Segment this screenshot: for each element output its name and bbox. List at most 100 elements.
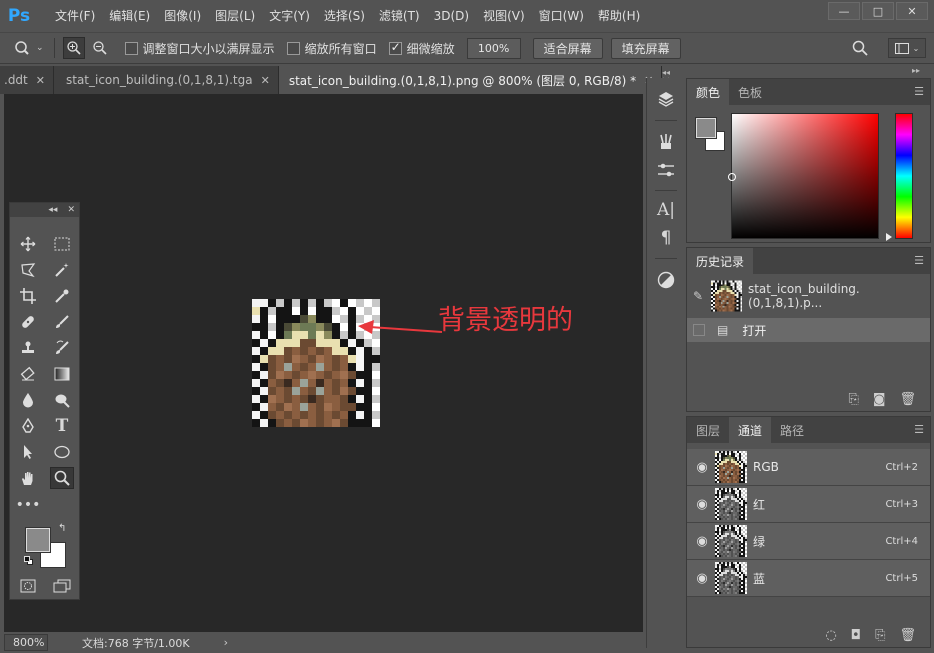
menu-select[interactable]: 选择(S) xyxy=(317,0,372,32)
panel-dock-collapse-icon[interactable]: ▸▸ xyxy=(912,66,920,75)
strip-collapse-icon[interactable]: ◂◂ xyxy=(647,68,685,77)
canvas-area[interactable]: 背景透明的 xyxy=(4,94,643,632)
paragraph-panel-icon[interactable]: ¶ xyxy=(656,228,676,248)
close-button[interactable]: ✕ xyxy=(896,2,928,20)
swap-colors-icon[interactable]: ↰ xyxy=(58,523,66,534)
eye-icon[interactable]: ◉ xyxy=(691,460,713,475)
menu-help[interactable]: 帮助(H) xyxy=(591,0,647,32)
menu-3d[interactable]: 3D(D) xyxy=(427,0,476,32)
zoom-all-windows-option[interactable]: 缩放所有窗口 xyxy=(286,40,377,57)
menu-window[interactable]: 窗口(W) xyxy=(532,0,591,32)
lasso-tool-icon[interactable] xyxy=(16,259,40,281)
quick-mask-icon[interactable] xyxy=(16,575,40,597)
brush-tool-icon[interactable] xyxy=(50,311,74,333)
blur-tool-icon[interactable] xyxy=(16,389,40,411)
foreground-color-swatch[interactable] xyxy=(25,527,51,553)
marquee-tool-icon[interactable] xyxy=(50,233,74,255)
libraries-panel-icon[interactable] xyxy=(656,90,676,110)
menu-edit[interactable]: 编辑(E) xyxy=(102,0,157,32)
save-selection-channel-icon[interactable]: ◘ xyxy=(851,628,861,643)
minimize-button[interactable]: — xyxy=(828,2,860,20)
load-channel-selection-icon[interactable]: ◌ xyxy=(825,628,836,643)
fill-screen-button[interactable]: 填充屏幕 xyxy=(610,37,681,59)
adjustments-panel-icon[interactable] xyxy=(656,160,676,180)
resize-windows-option[interactable]: 调整窗口大小以满屏显示 xyxy=(124,40,275,57)
eye-icon[interactable]: ◉ xyxy=(691,497,713,512)
new-snapshot-icon[interactable]: ◙ xyxy=(873,392,886,407)
hue-slider-handle-icon[interactable] xyxy=(886,233,892,241)
doc-tab[interactable]: stat_icon_building.(0,1,8,1).tga ✕ xyxy=(53,66,279,94)
scrubby-zoom-option[interactable]: 细微缩放 xyxy=(388,40,455,57)
channel-row-blue[interactable]: ◉ 蓝 Ctrl+5 xyxy=(687,560,930,597)
zoom-out-icon[interactable] xyxy=(89,37,111,59)
hand-tool-icon[interactable] xyxy=(16,467,40,489)
menu-type[interactable]: 文字(Y) xyxy=(262,0,317,32)
doc-tab[interactable]: .ddt ✕ xyxy=(0,66,54,94)
preset-dropdown-icon[interactable]: ⌄ xyxy=(36,43,44,53)
pen-tool-icon[interactable] xyxy=(16,415,40,437)
tab-close-icon[interactable]: ✕ xyxy=(261,74,270,87)
more-tools-icon[interactable]: ••• xyxy=(16,494,41,516)
scrubby-zoom-checkbox[interactable] xyxy=(388,40,402,55)
default-colors-icon[interactable] xyxy=(24,556,34,566)
tab-swatches[interactable]: 色板 xyxy=(729,79,771,105)
eyedropper-tool-icon[interactable] xyxy=(50,285,74,307)
tab-history[interactable]: 历史记录 xyxy=(687,248,754,274)
zoom-percent-field[interactable]: 100% xyxy=(466,37,521,59)
eye-icon[interactable]: ◉ xyxy=(691,571,713,586)
color-picker-cursor[interactable] xyxy=(728,173,736,181)
move-tool-icon[interactable] xyxy=(16,233,40,255)
search-icon[interactable] xyxy=(852,40,874,56)
channel-row-green[interactable]: ◉ 绿 Ctrl+4 xyxy=(687,523,930,560)
hue-slider[interactable] xyxy=(895,113,913,239)
healing-brush-tool-icon[interactable] xyxy=(16,311,40,333)
brushes-panel-icon[interactable] xyxy=(656,132,676,152)
resize-windows-checkbox[interactable] xyxy=(124,41,138,55)
zoom-tool-preset-icon[interactable] xyxy=(14,40,36,56)
workspace-switcher-icon[interactable]: ⌄ xyxy=(888,38,926,58)
tab-paths[interactable]: 路径 xyxy=(771,417,813,443)
ellipse-tool-icon[interactable] xyxy=(50,441,74,463)
new-channel-icon[interactable]: ⎘ xyxy=(875,628,885,643)
doc-tab-active[interactable]: stat_icon_building.(0,1,8,1).png @ 800% … xyxy=(278,66,663,94)
delete-state-icon[interactable]: 🗑 xyxy=(899,392,916,407)
character-panel-icon[interactable]: A| xyxy=(656,200,676,220)
eraser-tool-icon[interactable] xyxy=(16,363,40,385)
eye-icon[interactable]: ◉ xyxy=(691,534,713,549)
zoom-all-windows-checkbox[interactable] xyxy=(286,41,300,55)
collapse-icon[interactable]: ◂◂ xyxy=(48,205,57,215)
panel-menu-icon[interactable]: ☰ xyxy=(914,254,924,267)
channel-row-red[interactable]: ◉ 红 Ctrl+3 xyxy=(687,486,930,523)
gradient-tool-icon[interactable] xyxy=(50,363,74,385)
dodge-tool-icon[interactable] xyxy=(50,389,74,411)
menu-filter[interactable]: 滤镜(T) xyxy=(372,0,427,32)
new-document-from-state-icon[interactable]: ⎘ xyxy=(848,392,858,407)
menu-file[interactable]: 文件(F) xyxy=(48,0,102,32)
color-panel-fg-swatch[interactable] xyxy=(695,117,717,139)
tab-color[interactable]: 颜色 xyxy=(687,79,730,105)
color-field[interactable] xyxy=(731,113,879,239)
delete-channel-icon[interactable]: 🗑 xyxy=(899,628,916,643)
properties-panel-icon[interactable] xyxy=(656,270,676,290)
panel-menu-icon[interactable]: ☰ xyxy=(914,423,924,436)
toolbox-close-icon[interactable]: ✕ xyxy=(67,205,75,215)
tab-close-icon[interactable]: ✕ xyxy=(36,74,45,87)
screen-mode-icon[interactable] xyxy=(50,575,74,597)
menu-image[interactable]: 图像(I) xyxy=(157,0,208,32)
magic-wand-tool-icon[interactable] xyxy=(50,259,74,281)
panel-menu-icon[interactable]: ☰ xyxy=(914,85,924,98)
history-step-checkbox[interactable] xyxy=(693,324,705,336)
history-step[interactable]: ▤ 打开 xyxy=(687,318,930,342)
clone-stamp-tool-icon[interactable] xyxy=(16,337,40,359)
toolbox-header[interactable]: ◂◂ ✕ xyxy=(10,203,79,217)
status-menu-arrow-icon[interactable]: › xyxy=(224,636,228,649)
path-selection-tool-icon[interactable] xyxy=(16,441,40,463)
crop-tool-icon[interactable] xyxy=(16,285,40,307)
maximize-button[interactable]: □ xyxy=(862,2,894,20)
status-zoom-field[interactable]: 800% xyxy=(4,634,48,651)
history-brush-source-icon[interactable]: ✎ xyxy=(693,289,709,303)
menu-layer[interactable]: 图层(L) xyxy=(208,0,262,32)
type-tool-icon[interactable]: T xyxy=(50,415,74,437)
tab-channels[interactable]: 通道 xyxy=(729,417,772,443)
zoom-tool-icon[interactable] xyxy=(50,467,74,489)
